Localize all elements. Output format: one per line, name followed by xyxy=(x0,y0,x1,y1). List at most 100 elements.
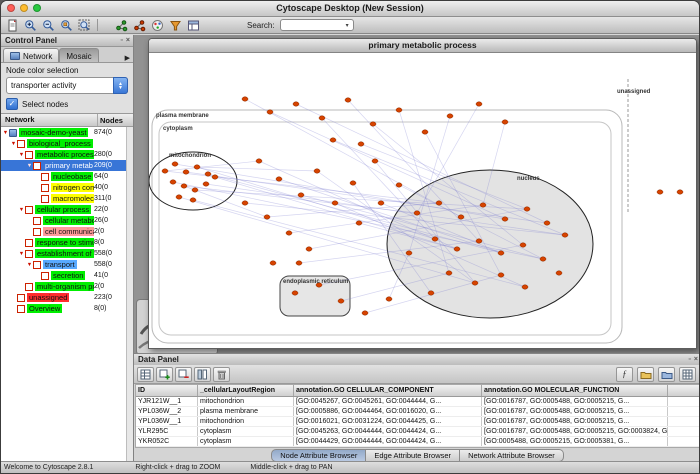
network-node[interactable] xyxy=(190,198,196,202)
network-node[interactable] xyxy=(386,297,392,301)
network-node[interactable] xyxy=(476,239,482,243)
network-node[interactable] xyxy=(436,201,442,205)
network-node[interactable] xyxy=(498,251,504,255)
network-node[interactable] xyxy=(338,299,344,303)
table-cell[interactable]: YKR052C xyxy=(136,437,198,446)
close-data-panel-icon[interactable]: × xyxy=(694,354,698,365)
network-edge[interactable] xyxy=(322,118,435,239)
tree-row[interactable]: unassigned223(0 xyxy=(1,292,133,303)
table-row[interactable]: YDR039C__1mitochondrion[GO:0016021, GO:0… xyxy=(136,447,699,448)
network-node[interactable] xyxy=(270,261,276,265)
network-node[interactable] xyxy=(256,159,262,163)
network-node[interactable] xyxy=(454,247,460,251)
delete-table-icon[interactable] xyxy=(213,367,230,382)
network-canvas[interactable]: plasma membranecytoplasmmitochondrionnuc… xyxy=(149,53,696,348)
network-node[interactable] xyxy=(422,130,428,134)
float-panel-icon[interactable]: ▫ xyxy=(120,35,122,46)
expander-icon[interactable]: ▼ xyxy=(2,130,9,136)
export-attributes-icon[interactable] xyxy=(658,367,675,382)
tree-row[interactable]: Overview8(0) xyxy=(1,303,133,314)
tree-row[interactable]: ▼transport558(0 xyxy=(1,259,133,270)
expander-icon[interactable]: ▼ xyxy=(26,163,33,169)
network-node[interactable] xyxy=(657,190,663,194)
network-node[interactable] xyxy=(396,183,402,187)
tree-row[interactable]: nitrogen compo40(0 xyxy=(1,182,133,193)
tree-row[interactable]: ▼establishment of lo558(0 xyxy=(1,248,133,259)
tree-row[interactable]: secretion41(0 xyxy=(1,270,133,281)
network-node[interactable] xyxy=(276,177,282,181)
table-cell[interactable]: mitochondrion xyxy=(198,447,294,448)
tree-row[interactable]: multi-organism pro2(0 xyxy=(1,281,133,292)
tree-row[interactable]: response to stimul8(0 xyxy=(1,237,133,248)
network-node[interactable] xyxy=(192,188,198,192)
network-view-title[interactable]: primary metabolic process xyxy=(149,39,696,53)
network-node[interactable] xyxy=(345,98,351,102)
table-cell[interactable]: [GO:0016787, GO:0005488, GO:0005215, G..… xyxy=(482,447,668,448)
network-node[interactable] xyxy=(170,180,176,184)
tree-row[interactable]: nucleobase64(0 xyxy=(1,171,133,182)
network-node[interactable] xyxy=(396,108,402,112)
network-node[interactable] xyxy=(378,201,384,205)
create-attribute-icon[interactable] xyxy=(156,367,173,382)
network-node[interactable] xyxy=(194,165,200,169)
table-cell[interactable]: [GO:0005488, GO:0005215, GO:0005381, G..… xyxy=(482,437,668,446)
table-cell[interactable]: [GO:0016021, GO:0031224, GO:0044425, G..… xyxy=(294,417,482,426)
tree-header-network[interactable]: Network xyxy=(1,114,98,126)
network-node[interactable] xyxy=(540,257,546,261)
network-node[interactable] xyxy=(181,184,187,188)
tab-mosaic[interactable]: Mosaic xyxy=(59,48,98,62)
tree-scrollbar[interactable] xyxy=(126,127,133,463)
network-node[interactable] xyxy=(314,169,320,173)
table-cell[interactable]: [GO:0016787, GO:0005488, GO:0005215, G..… xyxy=(482,407,668,416)
network-node[interactable] xyxy=(242,97,248,101)
network-node[interactable] xyxy=(358,142,364,146)
expander-icon[interactable]: ▼ xyxy=(10,141,17,147)
network-node[interactable] xyxy=(498,273,504,277)
select-attributes-icon[interactable] xyxy=(137,367,154,382)
table-cell[interactable]: cytoplasm xyxy=(198,427,294,436)
zoom-window-button[interactable] xyxy=(33,4,41,12)
tree-row[interactable]: cell communica2(0 xyxy=(1,226,133,237)
network-node[interactable] xyxy=(292,291,298,295)
network-node[interactable] xyxy=(298,193,304,197)
import-attributes-icon[interactable] xyxy=(637,367,654,382)
network-node[interactable] xyxy=(205,172,211,176)
network-node[interactable] xyxy=(356,221,362,225)
table-row[interactable]: YPL036W__2plasma membrane[GO:0005886, GO… xyxy=(136,407,699,417)
table-cell[interactable]: [GO:0016021, GO:0031224, GO:0044425, G..… xyxy=(294,447,482,448)
table-cell[interactable]: mitochondrion xyxy=(198,417,294,426)
table-cell[interactable]: [GO:0005886, GO:0044464, GO:0016020, G..… xyxy=(294,407,482,416)
network-edge[interactable] xyxy=(270,112,505,219)
expander-icon[interactable]: ▼ xyxy=(18,251,25,257)
network-node[interactable] xyxy=(524,207,530,211)
network-node[interactable] xyxy=(296,261,302,265)
column-layout-icon[interactable] xyxy=(194,367,211,382)
column-header-id[interactable]: ID xyxy=(136,385,198,396)
network-node[interactable] xyxy=(520,243,526,247)
table-cell[interactable]: [GO:0016787, GO:0005488, GO:0005215, GO:… xyxy=(482,427,668,436)
network-node[interactable] xyxy=(428,291,434,295)
zoom-out-icon[interactable] xyxy=(40,18,56,33)
network-node[interactable] xyxy=(264,215,270,219)
tree-row[interactable]: ▼cellular process22(0 xyxy=(1,204,133,215)
network-node[interactable] xyxy=(286,231,292,235)
delete-attribute-icon[interactable] xyxy=(175,367,192,382)
network-node[interactable] xyxy=(472,281,478,285)
column-header-region[interactable]: _cellularLayoutRegion xyxy=(198,385,294,396)
network-node[interactable] xyxy=(172,162,178,166)
network-node[interactable] xyxy=(476,102,482,106)
network-node[interactable] xyxy=(502,120,508,124)
table-cell[interactable]: mitochondrion xyxy=(198,397,294,406)
tree-row[interactable]: cellular metabo26(0 xyxy=(1,215,133,226)
network-node[interactable] xyxy=(432,237,438,241)
table-cell[interactable]: YDR039C__1 xyxy=(136,447,198,448)
matrix-icon[interactable] xyxy=(679,367,696,382)
title-bar[interactable]: Cytoscape Desktop (New Session) xyxy=(1,1,699,17)
zoom-selected-icon[interactable] xyxy=(58,18,74,33)
network-node[interactable] xyxy=(414,211,420,215)
attribute-browser-icon[interactable] xyxy=(185,18,201,33)
select-nodes-checkbox[interactable]: ✓ xyxy=(6,98,18,110)
table-row[interactable]: YPL036W__1mitochondrion[GO:0016021, GO:0… xyxy=(136,417,699,427)
expander-icon[interactable]: ▼ xyxy=(18,207,25,213)
table-cell[interactable]: YLR295C xyxy=(136,427,198,436)
